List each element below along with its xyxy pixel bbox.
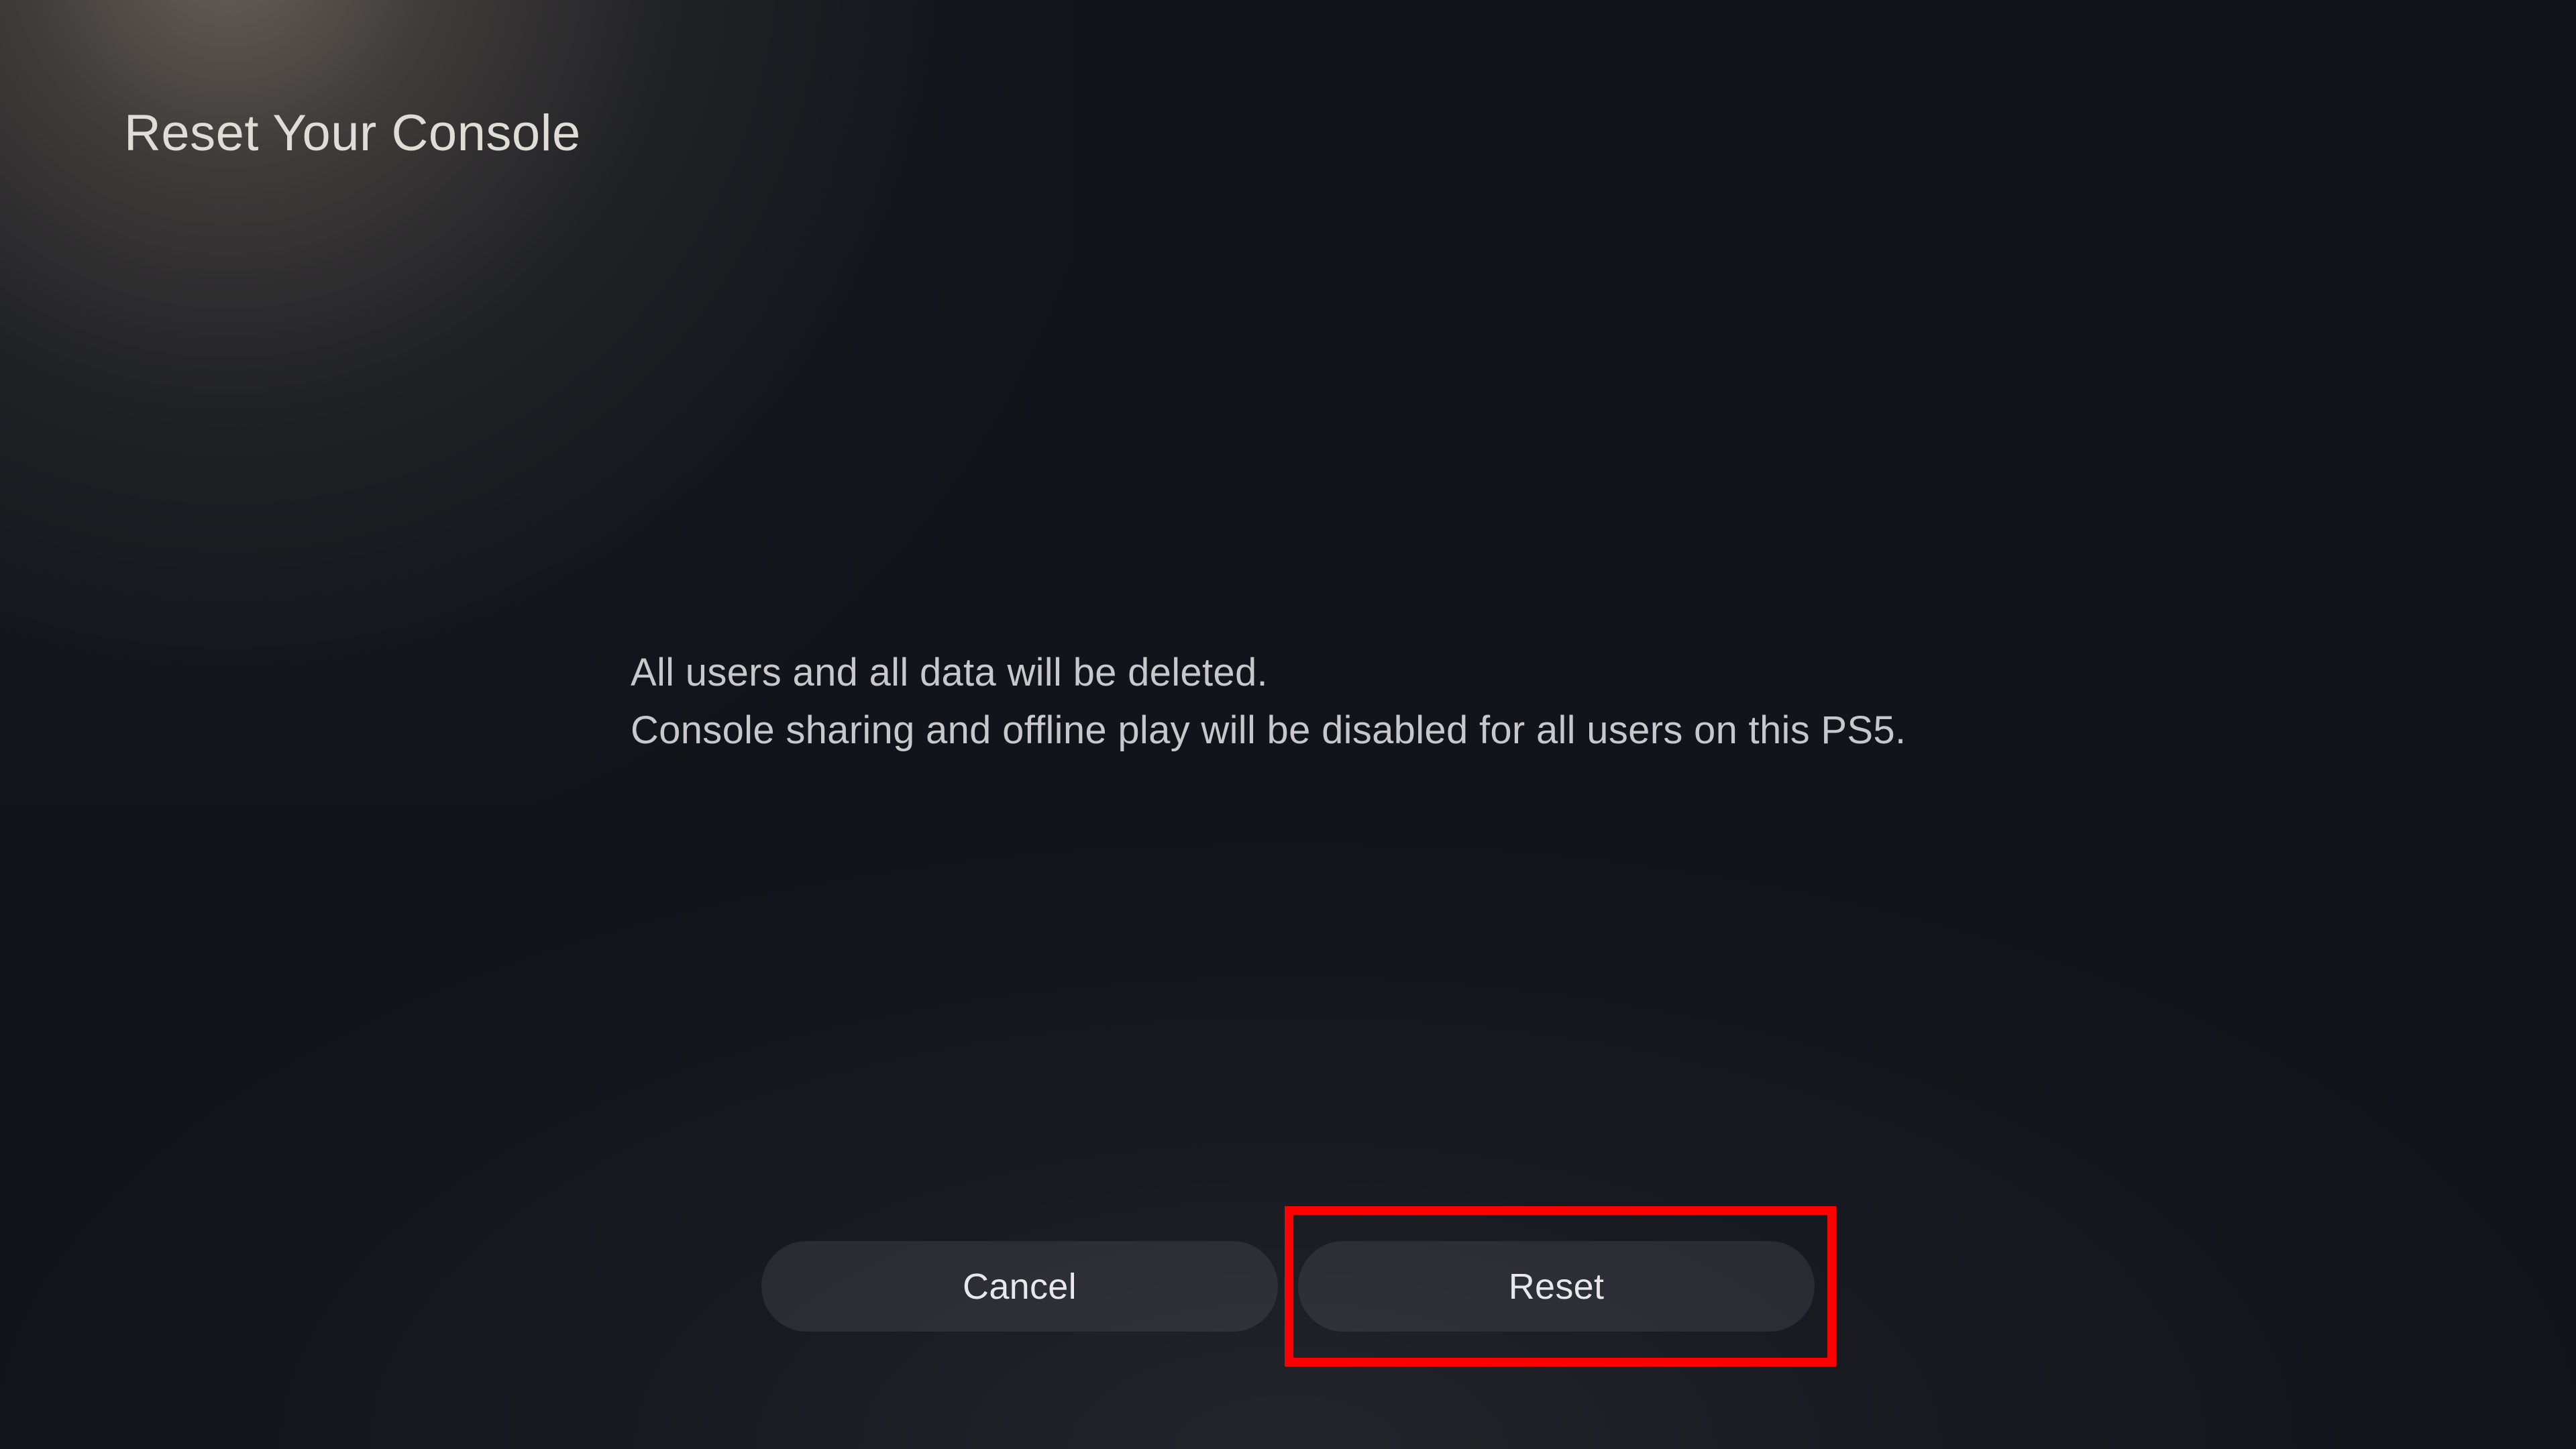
floor-glow-effect (0, 845, 2576, 1449)
cancel-button[interactable]: Cancel (761, 1241, 1278, 1332)
reset-button[interactable]: Reset (1298, 1241, 1815, 1332)
warning-line-1: All users and all data will be deleted. (631, 644, 2509, 702)
warning-line-2: Console sharing and offline play will be… (631, 702, 2509, 759)
button-row: Cancel Reset (761, 1241, 1815, 1332)
reset-button-wrapper: Reset (1298, 1241, 1815, 1332)
warning-message: All users and all data will be deleted. … (631, 644, 2509, 759)
page-title: Reset Your Console (124, 104, 581, 162)
